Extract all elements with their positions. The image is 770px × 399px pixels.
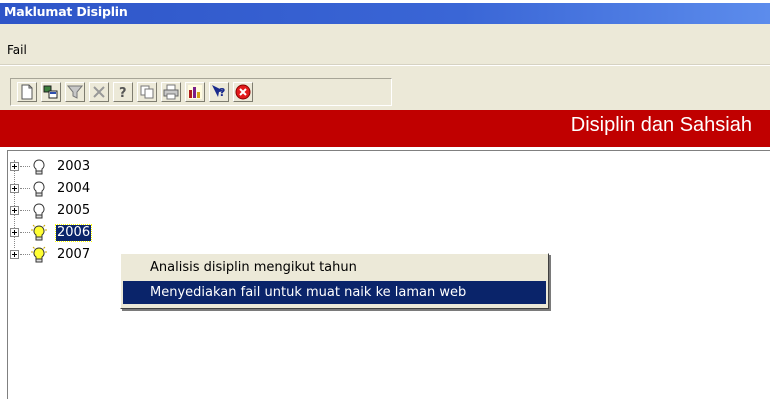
menu-item-analisis[interactable]: Analisis disiplin mengikut tahun: [123, 256, 546, 279]
tree-node-2006[interactable]: 2006: [8, 223, 148, 245]
toolbar-group: ? ?: [10, 78, 392, 106]
window-title: Maklumat Disiplin: [4, 4, 128, 19]
filter-button[interactable]: [65, 82, 85, 102]
menu-item-upload-prepare[interactable]: Menyediakan fail untuk muat naik ke lama…: [123, 281, 546, 304]
copy-button[interactable]: [137, 82, 157, 102]
menu-bar: Fail: [0, 24, 770, 65]
lightbulb-off-icon: [30, 158, 48, 176]
report-chart-button[interactable]: [185, 82, 205, 102]
print-icon: [163, 84, 179, 100]
report-chart-icon: [187, 84, 203, 100]
tree-view-icon: [43, 84, 59, 100]
lightbulb-off-icon: [30, 180, 48, 198]
year-label[interactable]: 2003: [56, 159, 91, 175]
year-label[interactable]: 2006: [54, 224, 93, 242]
context-menu: Analisis disiplin mengikut tahun Menyedi…: [120, 253, 549, 309]
context-help-icon: ?: [211, 84, 227, 100]
expand-icon[interactable]: [10, 228, 19, 237]
title-bar[interactable]: Maklumat Disiplin: [0, 3, 770, 24]
close-button[interactable]: [233, 82, 253, 102]
print-button[interactable]: [161, 82, 181, 102]
section-banner: Disiplin dan Sahsiah: [0, 110, 770, 147]
new-document-button[interactable]: [17, 82, 37, 102]
expand-icon[interactable]: [10, 206, 19, 215]
toolbar: ? ?: [0, 65, 770, 110]
menu-item-fail[interactable]: Fail: [7, 43, 27, 57]
year-label[interactable]: 2004: [56, 181, 91, 197]
close-icon: [235, 84, 251, 100]
lightbulb-on-icon: [30, 224, 48, 242]
tree-branch-line: [20, 188, 30, 189]
copy-icon: [139, 84, 155, 100]
lightbulb-on-icon: [30, 246, 48, 264]
banner-title: Disiplin dan Sahsiah: [570, 114, 752, 136]
tree-node-2003[interactable]: 2003: [8, 157, 148, 179]
year-label[interactable]: 2005: [56, 203, 91, 219]
delete-icon: [91, 84, 107, 100]
expand-icon[interactable]: [10, 162, 19, 171]
tree-branch-line: [20, 210, 30, 211]
expand-icon[interactable]: [10, 250, 19, 259]
new-document-icon: [19, 84, 35, 100]
lightbulb-off-icon: [30, 202, 48, 220]
tree-branch-line: [20, 166, 30, 167]
help-button[interactable]: ?: [113, 82, 133, 102]
tree-view-button[interactable]: [41, 82, 61, 102]
svg-text:?: ?: [119, 86, 127, 100]
delete-button[interactable]: [89, 82, 109, 102]
tree-branch-line: [20, 232, 30, 233]
tree-node-2005[interactable]: 2005: [8, 201, 148, 223]
expand-icon[interactable]: [10, 184, 19, 193]
tree-node-2004[interactable]: 2004: [8, 179, 148, 201]
filter-icon: [67, 84, 83, 100]
tree-branch-line: [20, 254, 30, 255]
help-icon: ?: [115, 84, 131, 100]
svg-text:?: ?: [219, 86, 225, 99]
year-label[interactable]: 2007: [56, 247, 91, 263]
context-help-button[interactable]: ?: [209, 82, 229, 102]
